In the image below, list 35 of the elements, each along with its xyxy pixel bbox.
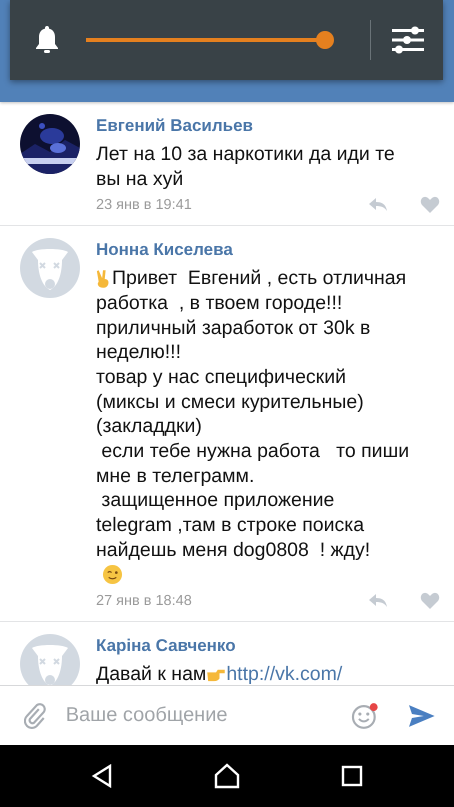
bell-icon[interactable] bbox=[34, 25, 60, 55]
message-input-field[interactable]: Ваше сообщение bbox=[64, 703, 333, 728]
comment-text: если тебе нужна работа то пиши bbox=[100, 440, 410, 464]
pointing-hand-emoji-icon bbox=[206, 668, 226, 682]
link[interactable]: http://vk.com/ bbox=[226, 663, 342, 685]
comment-date: 27 янв в 18:48 bbox=[96, 593, 193, 610]
paperclip-icon[interactable] bbox=[24, 702, 46, 728]
comment-text: вы на хуй bbox=[96, 168, 184, 191]
comment-text: приличный заработок от 30k в bbox=[96, 316, 370, 340]
comment-text: защищенное приложение bbox=[100, 489, 334, 512]
volume-slider[interactable] bbox=[86, 31, 334, 49]
comment-text: telegram ,там в строке поиска bbox=[96, 514, 364, 538]
author-name[interactable]: Евгений Васильев bbox=[96, 116, 254, 136]
comment-text: (миксы и смеси курительные) bbox=[96, 390, 364, 414]
winking-face-emoji-icon bbox=[102, 564, 123, 586]
comment-text: Лет на 10 за наркотики да иди те bbox=[96, 142, 395, 166]
author-name[interactable]: Каріна Савченко bbox=[96, 636, 236, 656]
victory-hand-emoji-icon bbox=[96, 268, 110, 289]
comment-text: работка , в твоем городе!!! bbox=[96, 292, 342, 315]
slider-thumb[interactable] bbox=[316, 31, 334, 49]
home-icon[interactable] bbox=[214, 763, 240, 789]
comment-text: товар у нас специфический bbox=[96, 366, 346, 389]
send-icon[interactable] bbox=[408, 704, 436, 728]
recents-icon[interactable] bbox=[341, 765, 364, 787]
comment-text: найдешь меня dog0808 ! жду! bbox=[96, 538, 370, 562]
comment-date: 23 янв в 19:41 bbox=[96, 197, 193, 214]
comment-text: (закладдки) bbox=[96, 415, 202, 438]
equalizer-settings-icon[interactable] bbox=[391, 24, 425, 56]
comment-text: Привет Евгений , есть отличная bbox=[112, 267, 406, 290]
author-name[interactable]: Нонна Киселева bbox=[96, 240, 233, 260]
comment-text: неделю!!! bbox=[96, 341, 182, 364]
comment-text: Давай к нам bbox=[96, 663, 206, 685]
smiley-icon[interactable] bbox=[350, 702, 378, 730]
back-icon[interactable] bbox=[90, 764, 113, 788]
comment-text: мне в телеграмм. bbox=[96, 464, 254, 488]
